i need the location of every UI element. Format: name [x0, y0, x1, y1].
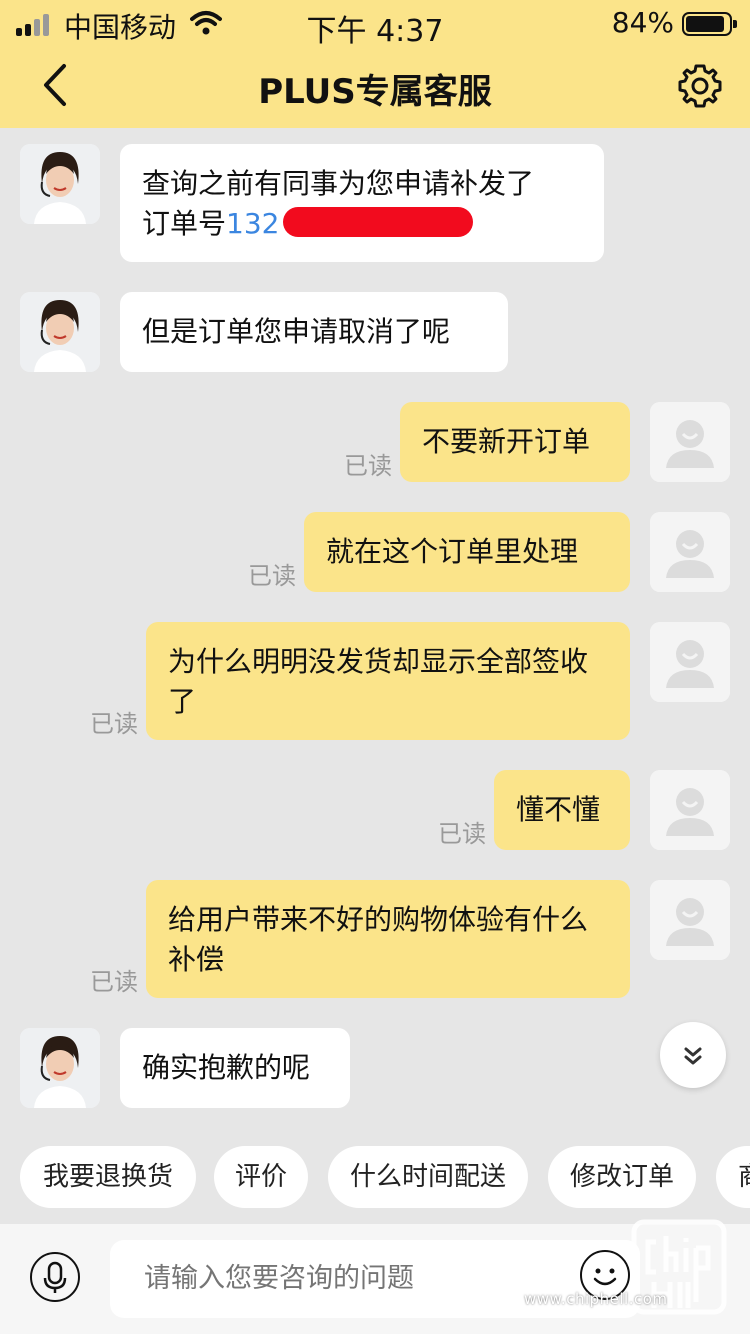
- agent-avatar[interactable]: [20, 144, 100, 224]
- battery-percent: 84%: [611, 6, 674, 39]
- user-placeholder-icon: [650, 880, 730, 960]
- message-text: 确实抱歉的呢: [142, 1051, 311, 1084]
- quick-reply-delivery-time[interactable]: 什么时间配送: [328, 1146, 528, 1208]
- quick-reply-bar: 我要退换货 评价 什么时间配送 修改订单 商: [0, 1146, 750, 1210]
- message-text: 为什么明明没发货却显示全部签收了: [168, 645, 589, 718]
- read-status: 已读: [90, 968, 138, 996]
- quick-reply-review[interactable]: 评价: [214, 1146, 308, 1208]
- quick-reply-modify-order[interactable]: 修改订单: [548, 1146, 696, 1208]
- agent-message: 但是订单您申请取消了呢: [120, 292, 508, 372]
- user-avatar[interactable]: [650, 622, 730, 702]
- status-bar: 中国移动 下午 4:37 84%: [0, 0, 750, 49]
- microphone-icon[interactable]: [30, 1252, 80, 1302]
- user-message: 给用户带来不好的购物体验有什么补偿: [146, 880, 630, 998]
- user-avatar[interactable]: [650, 770, 730, 850]
- user-message: 就在这个订单里处理: [304, 512, 630, 592]
- user-placeholder-icon: [650, 402, 730, 482]
- user-avatar[interactable]: [650, 512, 730, 592]
- nav-bar: PLUS专属客服: [0, 46, 750, 128]
- redaction-mark: [283, 207, 474, 237]
- message-text: 查询之前有同事为您申请补发了: [142, 167, 535, 200]
- read-status: 已读: [344, 452, 392, 480]
- order-number-link[interactable]: 132: [226, 207, 279, 240]
- user-placeholder-icon: [650, 512, 730, 592]
- agent-message: 查询之前有同事为您申请补发了 订单号132: [120, 144, 604, 262]
- user-message: 懂不懂: [494, 770, 630, 850]
- page-title: PLUS专属客服: [258, 72, 492, 112]
- quick-reply-more[interactable]: 商: [716, 1146, 750, 1208]
- battery-icon: [682, 12, 737, 36]
- read-status: 已读: [248, 562, 296, 590]
- message-text: 懂不懂: [516, 793, 601, 826]
- message-text: 不要新开订单: [422, 425, 591, 458]
- order-line: 订单号132: [142, 204, 582, 244]
- user-message: 不要新开订单: [400, 402, 630, 482]
- agent-avatar[interactable]: [20, 1028, 100, 1108]
- quick-reply-return-exchange[interactable]: 我要退换货: [20, 1146, 196, 1208]
- user-avatar[interactable]: [650, 880, 730, 960]
- agent-message: 确实抱歉的呢: [120, 1028, 350, 1108]
- watermark-url: www.chiphell.com: [524, 1290, 668, 1308]
- agent-avatar[interactable]: [20, 292, 100, 372]
- settings-gear-icon[interactable]: [676, 62, 724, 110]
- scroll-to-bottom-button[interactable]: [660, 1022, 726, 1088]
- user-avatar[interactable]: [650, 402, 730, 482]
- read-status: 已读: [438, 820, 486, 848]
- user-message: 为什么明明没发货却显示全部签收了: [146, 622, 630, 740]
- message-text: 就在这个订单里处理: [326, 535, 579, 568]
- message-text: 给用户带来不好的购物体验有什么补偿: [168, 903, 589, 976]
- message-text: 但是订单您申请取消了呢: [142, 315, 451, 348]
- user-placeholder-icon: [650, 622, 730, 702]
- read-status: 已读: [90, 710, 138, 738]
- user-placeholder-icon: [650, 770, 730, 850]
- double-chevron-down-icon: [684, 1047, 702, 1065]
- order-label: 订单号: [142, 207, 227, 240]
